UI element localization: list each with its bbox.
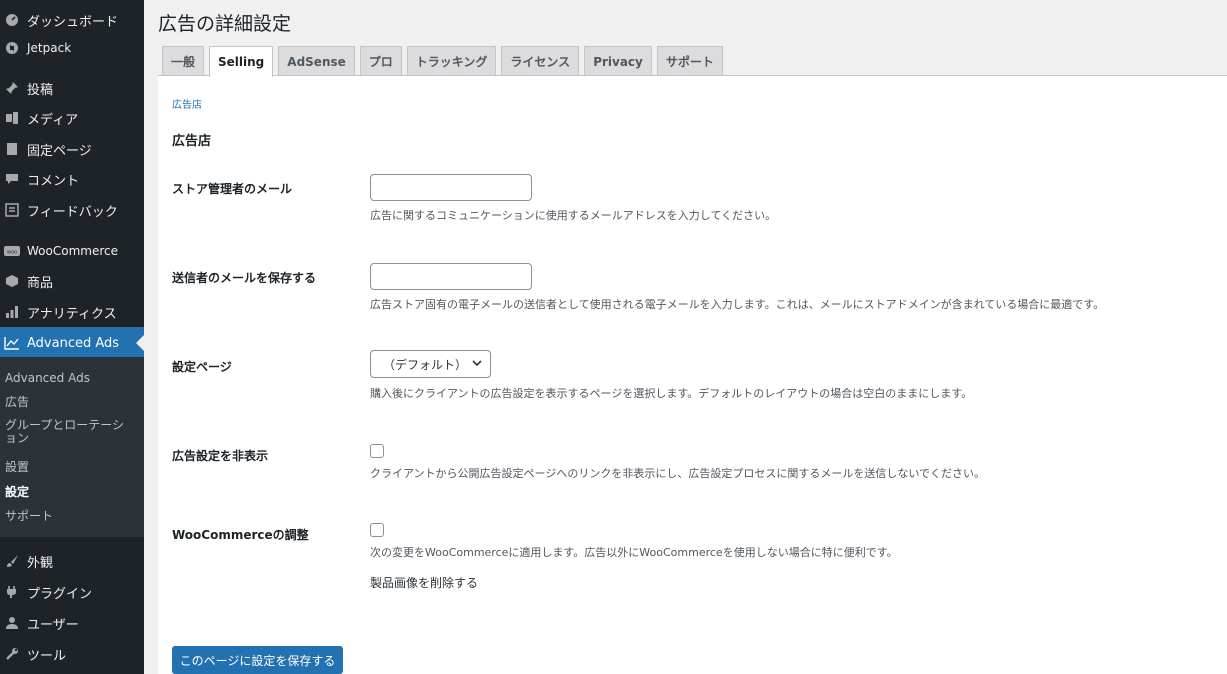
settings-page-select[interactable]: （デフォルト） [370, 350, 491, 378]
sidebar-item-feedback[interactable]: フィードバック [0, 195, 144, 225]
tab-adsense[interactable]: AdSense [278, 46, 355, 76]
admin-email-description: 広告に関するコミュニケーションに使用するメールアドレスを入力してください。 [370, 209, 777, 222]
comment-icon [2, 172, 22, 186]
submenu-item-placements[interactable]: 設置 [5, 461, 135, 473]
brush-icon [2, 554, 22, 568]
sidebar-item-appearance[interactable]: 外観 [0, 546, 144, 576]
sender-email-description: 広告ストア固有の電子メールの送信者として使用される電子メールを入力します。これは… [370, 298, 1105, 311]
sidebar-item-tools[interactable]: ツール [0, 639, 144, 669]
save-settings-button[interactable]: このページに設定を保存する [172, 646, 343, 674]
tab-general[interactable]: 一般 [162, 46, 205, 76]
advanced-ads-submenu: Advanced Ads 広告 グループとローテーション 設置 設定 サポート [0, 357, 144, 537]
sender-email-input[interactable] [370, 263, 532, 290]
sidebar-item-comments[interactable]: コメント [0, 164, 144, 194]
sidebar-item-media[interactable]: メディア [0, 103, 144, 133]
settings-page-description: 購入後にクライアントの広告設定を表示するページを選択します。デフォルトのレイアウ… [370, 387, 973, 400]
wrench-icon [2, 647, 22, 661]
remove-product-images-text: 製品画像を削除する [370, 576, 479, 590]
sidebar-item-label: Advanced Ads [27, 335, 120, 351]
tab-tracking[interactable]: トラッキング [406, 46, 497, 76]
sidebar-item-plugins[interactable]: プラグイン [0, 577, 144, 607]
analytics-icon [2, 305, 22, 319]
section-link[interactable]: 広告店 [172, 96, 202, 111]
sidebar-item-woocommerce[interactable]: woo WooCommerce [0, 236, 144, 266]
sidebar-item-label: 固定ページ [27, 143, 92, 159]
sidebar-item-analytics[interactable]: アナリティクス [0, 297, 144, 327]
submenu-item-support[interactable]: サポート [5, 510, 135, 522]
user-icon [2, 616, 22, 630]
chevron-down-icon [472, 360, 482, 367]
main-content: 広告の詳細設定 一般 Selling AdSense プロ トラッキング ライセ… [144, 0, 1227, 674]
woocommerce-icon: woo [2, 245, 22, 257]
tab-selling[interactable]: Selling [209, 46, 274, 77]
pin-icon [2, 81, 22, 95]
sidebar-item-label: 商品 [27, 275, 54, 291]
sidebar-item-label: ツール [27, 648, 67, 664]
tab-support[interactable]: サポート [656, 46, 723, 76]
plugin-icon [2, 585, 22, 599]
sidebar-item-products[interactable]: 商品 [0, 266, 144, 296]
tab-pro[interactable]: プロ [359, 46, 402, 76]
hide-ad-setup-checkbox[interactable] [370, 444, 384, 458]
hide-ad-setup-description: クライアントから公開広告設定ページへのリンクを非表示にし、広告設定プロセスに関す… [370, 467, 986, 480]
hide-ad-setup-label: 広告設定を非表示 [172, 449, 269, 463]
settings-tabs: 一般 Selling AdSense プロ トラッキング ライセンス Priva… [162, 46, 728, 77]
sidebar-item-dashboard[interactable]: ダッシュボード [0, 5, 144, 35]
sidebar-item-label: ダッシュボード [27, 14, 119, 30]
section-title: 広告店 [172, 134, 212, 149]
submenu-item-advanced-ads[interactable]: Advanced Ads [5, 372, 135, 384]
sidebar-item-label: メディア [27, 112, 79, 128]
woocommerce-tweaks-checkbox[interactable] [370, 523, 384, 537]
feedback-icon [2, 203, 22, 217]
sidebar-item-label: ユーザー [27, 617, 79, 633]
jetpack-icon [2, 41, 22, 55]
sidebar-item-label: アナリティクス [27, 306, 117, 322]
settings-page-label: 設定ページ [172, 360, 232, 374]
admin-email-label: ストア管理者のメール [172, 182, 293, 196]
sidebar-item-jetpack[interactable]: Jetpack [0, 33, 144, 63]
tab-privacy[interactable]: Privacy [584, 46, 652, 76]
sidebar-item-label: プラグイン [27, 586, 93, 602]
sidebar-item-label: Jetpack [27, 41, 72, 55]
sidebar-item-label: フィードバック [27, 204, 118, 220]
sidebar-item-posts[interactable]: 投稿 [0, 73, 144, 103]
chart-icon [2, 336, 22, 350]
page-icon [2, 142, 22, 156]
dashboard-icon [2, 13, 22, 27]
sidebar-item-pages[interactable]: 固定ページ [0, 134, 144, 164]
media-icon [2, 111, 22, 125]
admin-email-input[interactable] [370, 174, 532, 201]
sidebar-item-label: コメント [27, 173, 80, 189]
woocommerce-tweaks-description: 次の変更をWooCommerceに適用します。広告以外にWooCommerceを… [370, 546, 898, 559]
svg-text:woo: woo [7, 250, 17, 256]
submenu-item-ads[interactable]: 広告 [5, 396, 135, 408]
submenu-item-settings[interactable]: 設定 [5, 486, 135, 498]
sidebar-item-label: WooCommerce [27, 244, 118, 258]
submenu-item-groups-rotation[interactable]: グループとローテーション [5, 419, 135, 445]
sidebar-item-label: 投稿 [27, 82, 54, 98]
admin-sidebar: ダッシュボード Jetpack 投稿 メディア 固定ページ コメント フィードバ… [0, 0, 144, 674]
tab-license[interactable]: ライセンス [501, 46, 580, 76]
sidebar-item-users[interactable]: ユーザー [0, 608, 144, 638]
sidebar-item-advanced-ads[interactable]: Advanced Ads [0, 327, 144, 359]
settings-page-selected: （デフォルト） [383, 357, 468, 372]
sidebar-item-label: 外観 [27, 555, 54, 571]
woocommerce-tweaks-label: WooCommerceの調整 [172, 528, 309, 542]
settings-panel: 広告店 広告店 ストア管理者のメール 広告に関するコミュニケーションに使用するメ… [158, 76, 1227, 674]
product-icon [2, 274, 22, 288]
sender-email-label: 送信者のメールを保存する [172, 271, 317, 285]
page-title: 広告の詳細設定 [158, 13, 292, 35]
